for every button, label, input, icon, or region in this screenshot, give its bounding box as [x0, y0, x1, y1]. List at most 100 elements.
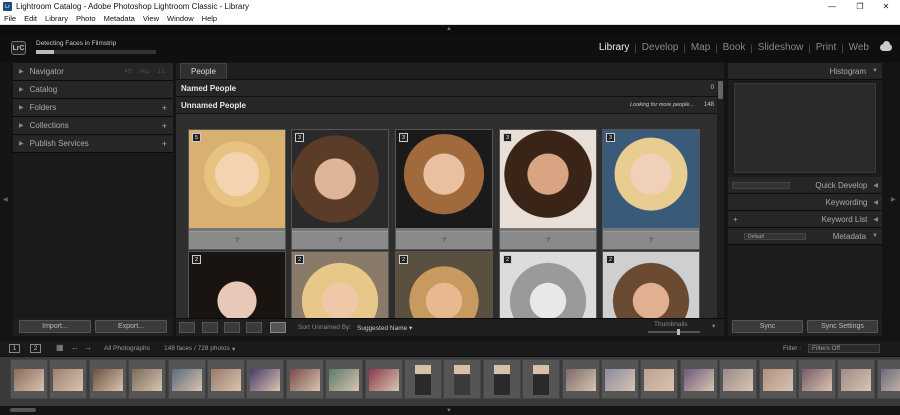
panel-keyword-list[interactable]: + Keyword List ◀ — [728, 211, 882, 228]
restore-icon[interactable]: ❐ — [848, 0, 872, 13]
loupe-view-icon[interactable] — [202, 322, 218, 333]
forward-arrow-icon[interactable]: → — [84, 343, 92, 352]
face-thumbnail[interactable] — [292, 252, 388, 320]
unnamed-people-header[interactable]: Unnamed People Looking for more people..… — [176, 97, 724, 114]
face-thumbnail[interactable] — [603, 130, 699, 228]
face-cell[interactable]: 2? — [499, 251, 597, 320]
filmstrip-thumbnail[interactable] — [679, 359, 718, 399]
people-view-icon[interactable] — [270, 322, 286, 333]
filmstrip-thumbnail[interactable] — [325, 359, 364, 399]
zoom-1-1[interactable]: 1:1 — [158, 69, 165, 75]
monitor-2-button[interactable]: 2 — [30, 344, 41, 353]
survey-view-icon[interactable] — [246, 322, 262, 333]
filmstrip-thumbnail[interactable] — [207, 359, 245, 399]
cloud-icon[interactable] — [880, 41, 892, 51]
panel-publish-services[interactable]: ▶ Publish Services + — [13, 135, 173, 153]
top-panel-toggle[interactable]: ▲ — [0, 25, 900, 35]
filmstrip-thumbnail[interactable] — [482, 359, 521, 399]
close-icon[interactable]: ✕ — [874, 0, 898, 13]
compare-view-icon[interactable] — [224, 322, 240, 333]
sync-settings-button[interactable]: Sync Settings — [807, 320, 878, 333]
panel-collections[interactable]: ▶ Collections + — [13, 117, 173, 135]
face-thumbnail[interactable] — [189, 252, 285, 320]
monitor-1-button[interactable]: 1 — [9, 344, 20, 353]
filter-dropdown[interactable]: Filters Off — [808, 344, 880, 353]
menu-edit[interactable]: Edit — [20, 14, 41, 23]
import-button[interactable]: Import... — [19, 320, 91, 333]
module-develop[interactable]: Develop — [637, 42, 684, 53]
module-map[interactable]: Map — [686, 42, 715, 53]
filmstrip-thumbnail[interactable] — [522, 359, 561, 399]
filmstrip-thumbnail[interactable] — [876, 359, 900, 399]
named-people-header[interactable]: Named People 0 — [176, 80, 724, 97]
slider-knob[interactable] — [676, 329, 680, 335]
menu-help[interactable]: Help — [198, 14, 221, 23]
filmstrip-thumbnail[interactable] — [443, 359, 482, 399]
filmstrip-source[interactable]: All Photographs — [104, 345, 150, 352]
face-thumbnail[interactable] — [500, 130, 596, 228]
filmstrip-thumbnail[interactable] — [758, 359, 797, 399]
face-name-field[interactable]: ? — [189, 231, 285, 249]
filmstrip-thumbnail[interactable] — [128, 359, 167, 399]
thumbnail-size-slider[interactable] — [648, 329, 700, 335]
panel-histogram[interactable]: Histogram ▼ — [728, 63, 882, 80]
face-cell[interactable]: 3? — [602, 129, 700, 250]
filmstrip-thumbnail[interactable] — [364, 359, 403, 399]
right-panel-toggle-icon[interactable]: ▶ — [891, 196, 896, 203]
add-collection-icon[interactable]: + — [162, 121, 167, 131]
filmstrip-thumbnail[interactable] — [10, 359, 48, 399]
face-cell[interactable]: 5? — [188, 129, 286, 250]
face-cell[interactable]: 2? — [291, 251, 389, 320]
face-cell[interactable]: 3? — [499, 129, 597, 250]
zoom-fill[interactable]: FILL — [140, 69, 150, 75]
filmstrip-thumbnail[interactable] — [719, 359, 758, 399]
grid-icon[interactable]: ▦ — [56, 343, 64, 352]
module-web[interactable]: Web — [844, 42, 874, 53]
face-name-field[interactable]: ? — [292, 231, 388, 249]
grid-view-icon[interactable] — [179, 322, 195, 333]
vertical-scrollbar[interactable] — [717, 80, 724, 320]
add-folder-icon[interactable]: + — [162, 103, 167, 113]
panel-quick-develop[interactable]: Quick Develop ◀ — [728, 177, 882, 194]
metadata-preset-select[interactable]: Default — [744, 232, 806, 240]
scroll-thumb[interactable] — [718, 81, 723, 99]
add-keyword-icon[interactable]: + — [733, 215, 738, 224]
left-panel-toggle-icon[interactable]: ◀ — [3, 196, 8, 203]
module-print[interactable]: Print — [811, 42, 842, 53]
module-book[interactable]: Book — [718, 42, 751, 53]
filmstrip-thumbnail[interactable] — [285, 359, 324, 399]
menu-window[interactable]: Window — [163, 14, 198, 23]
face-cell[interactable]: 3? — [395, 129, 493, 250]
face-name-field[interactable]: ? — [396, 231, 492, 249]
sort-dropdown[interactable]: Suggested Name ▾ — [357, 324, 412, 332]
sync-button[interactable]: Sync — [732, 320, 803, 333]
menu-metadata[interactable]: Metadata — [100, 14, 139, 23]
face-thumbnail[interactable] — [189, 130, 285, 228]
panel-folders[interactable]: ▶ Folders + — [13, 99, 173, 117]
filmstrip-thumbnail[interactable] — [601, 359, 639, 399]
filmstrip-thumbnail[interactable] — [561, 359, 600, 399]
filmstrip-thumbnail[interactable] — [837, 359, 876, 399]
module-slideshow[interactable]: Slideshow — [753, 42, 809, 53]
filmstrip-thumbnail[interactable] — [640, 359, 679, 399]
face-thumbnail[interactable] — [292, 130, 388, 228]
tab-people[interactable]: People — [180, 63, 227, 79]
face-thumbnail[interactable] — [603, 252, 699, 320]
face-thumbnail[interactable] — [396, 130, 492, 228]
menu-view[interactable]: View — [139, 14, 163, 23]
panel-navigator[interactable]: ▶ Navigator FIT FILL 1:1 — [13, 63, 173, 81]
menu-photo[interactable]: Photo — [72, 14, 100, 23]
chevron-down-icon[interactable]: ▾ — [232, 345, 235, 353]
saved-preset-select[interactable] — [732, 181, 790, 189]
panel-keywording[interactable]: Keywording ◀ — [728, 194, 882, 211]
face-cell[interactable]: 2? — [188, 251, 286, 320]
face-cell[interactable]: 2? — [395, 251, 493, 320]
filmstrip-scroll-thumb[interactable] — [10, 408, 36, 412]
add-publish-service-icon[interactable]: + — [162, 139, 167, 149]
menu-library[interactable]: Library — [41, 14, 72, 23]
filmstrip-thumbnail[interactable] — [404, 359, 442, 399]
collapse-up-icon[interactable]: ▲ — [446, 26, 452, 32]
toolbar-menu-icon[interactable]: ▾ — [712, 322, 715, 330]
face-name-field[interactable]: ? — [500, 231, 596, 249]
menu-file[interactable]: File — [0, 14, 20, 23]
